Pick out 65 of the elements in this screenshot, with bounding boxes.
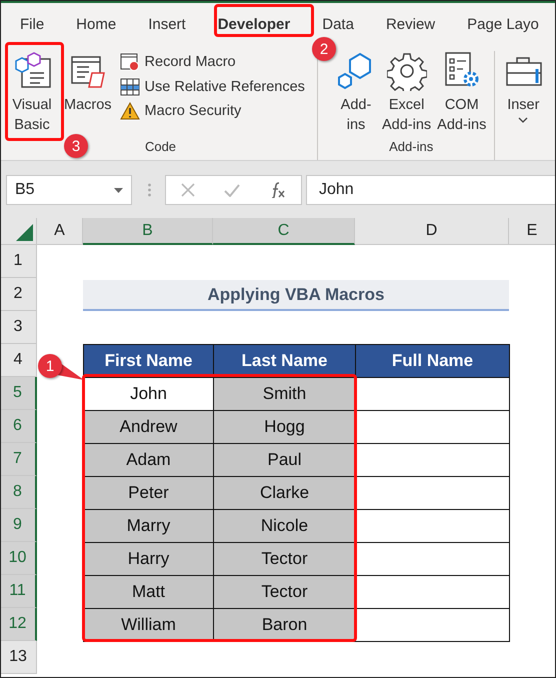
table-cell: Tector xyxy=(213,575,356,609)
ribbon-button[interactable]: COM Add-ins xyxy=(435,51,488,135)
select-all-icon[interactable] xyxy=(16,224,33,241)
group-label: Code xyxy=(144,139,176,156)
column-header[interactable]: E xyxy=(509,218,556,245)
row-header[interactable]: 4 xyxy=(0,344,37,377)
name-box[interactable]: B5 xyxy=(6,175,132,205)
table-cell: Marry xyxy=(83,509,214,543)
gear-icon xyxy=(386,51,427,91)
grip-icon xyxy=(148,183,151,197)
table-cell: Paul xyxy=(213,443,356,477)
column-header-cell: Full Name xyxy=(355,344,510,378)
ribbon-button[interactable]: Macros xyxy=(62,51,114,115)
ribbon-tab[interactable]: Insert xyxy=(148,14,186,36)
row-header[interactable]: 12 xyxy=(0,608,37,641)
table-grid-icon xyxy=(120,78,140,96)
table-cell: Baron xyxy=(213,608,356,642)
row-header[interactable]: 10 xyxy=(0,542,37,575)
row-header[interactable]: 1 xyxy=(0,245,37,278)
row-header[interactable]: 9 xyxy=(0,509,37,542)
table-cell: Matt xyxy=(83,575,214,609)
row-header[interactable]: 11 xyxy=(0,575,37,608)
row-header[interactable]: 8 xyxy=(0,476,37,509)
row-header[interactable]: 13 xyxy=(0,641,37,674)
ribbon-button[interactable]: Macro Security xyxy=(120,101,305,121)
ribbon-button[interactable]: Visual Basic xyxy=(10,51,54,135)
column-header[interactable]: B xyxy=(83,218,213,245)
column-header[interactable]: D xyxy=(355,218,509,245)
table-cell: Hogg xyxy=(213,410,356,444)
ribbon-button[interactable]: Record Macro xyxy=(120,51,305,73)
table-cell: Peter xyxy=(83,476,214,510)
ribbon-button[interactable]: Use Relative References xyxy=(120,77,305,97)
table-cell: Smith xyxy=(213,377,356,411)
row-header[interactable]: 2 xyxy=(0,278,37,311)
row-header[interactable]: 3 xyxy=(0,311,37,344)
ribbon-tab[interactable]: Page Layo xyxy=(467,14,539,36)
ribbon-tab[interactable]: Home xyxy=(76,14,116,36)
table-cell: Adam xyxy=(83,443,214,477)
group-label: Add-ins xyxy=(389,139,434,156)
ribbon-tab[interactable]: Review xyxy=(386,14,436,36)
caret-icon xyxy=(518,117,528,123)
row-header[interactable]: 7 xyxy=(0,443,37,476)
step-badge: 1 xyxy=(38,354,62,378)
table-cell: Nicole xyxy=(213,509,356,543)
table-title: Applying VBA Macros xyxy=(83,280,509,311)
table-cell: Tector xyxy=(213,542,356,576)
column-header[interactable]: C xyxy=(213,218,355,245)
function-icon[interactable] xyxy=(270,182,286,198)
ribbon-tab[interactable]: Developer xyxy=(218,14,290,36)
check-icon[interactable] xyxy=(224,184,240,196)
ribbon-button[interactable]: Excel Add-ins xyxy=(380,51,434,135)
warning-icon xyxy=(120,102,140,120)
ribbon-tab[interactable]: Data xyxy=(322,14,354,36)
ribbon-dropdown-button[interactable]: Inser xyxy=(501,51,546,123)
row-header[interactable]: 6 xyxy=(0,410,37,443)
column-header[interactable]: A xyxy=(37,218,83,245)
table-cell: Harry xyxy=(83,542,214,576)
formula-field[interactable]: John xyxy=(306,175,556,205)
row-header[interactable]: 5 xyxy=(0,377,37,410)
table-cell: Andrew xyxy=(83,410,214,444)
table-cell: Clarke xyxy=(213,476,356,510)
ribbon-button[interactable]: Add- ins xyxy=(334,51,378,135)
record-icon xyxy=(120,52,140,72)
ribbon-tab[interactable]: File xyxy=(20,14,44,36)
dropdown-icon xyxy=(114,188,123,192)
